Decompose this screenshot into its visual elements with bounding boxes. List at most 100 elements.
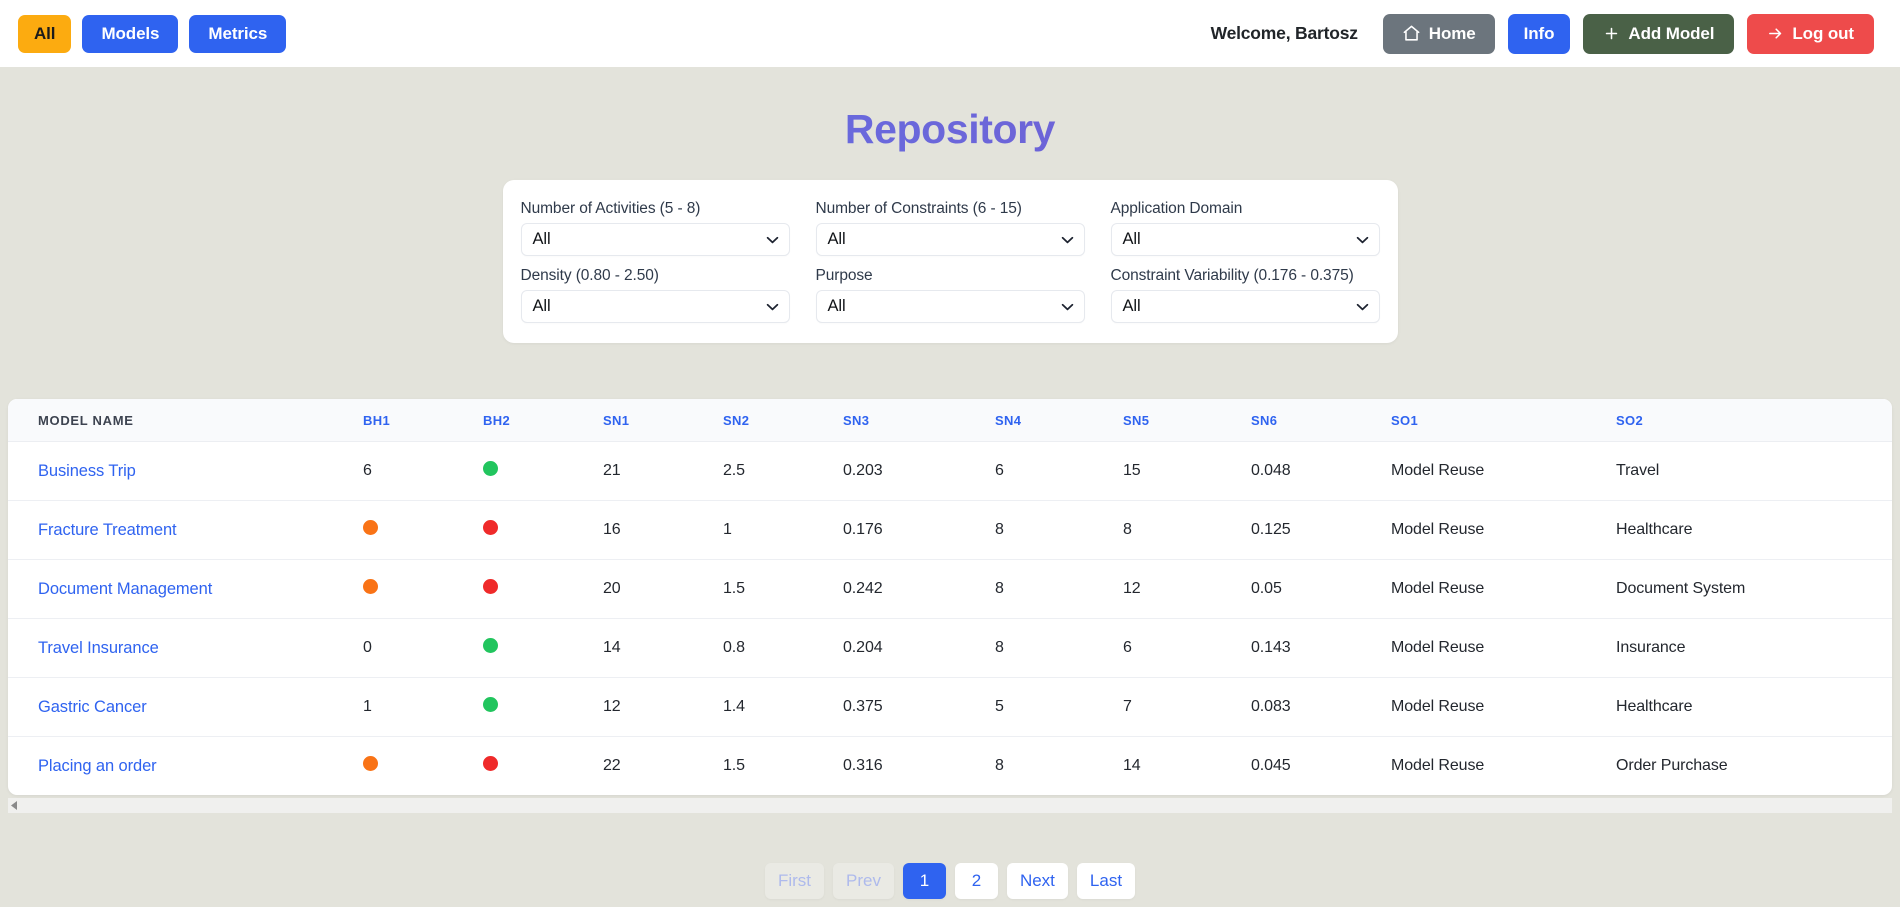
filter-number-of-constraints: Number of Constraints (6 - 15) All <box>815 200 1085 256</box>
model-name-link[interactable]: Travel Insurance <box>38 639 159 657</box>
chevron-down-icon <box>1061 236 1074 244</box>
cell-bh1: 1 <box>363 677 483 737</box>
filter-label-activities: Number of Activities (5 - 8) <box>520 200 701 217</box>
status-dot <box>363 756 378 771</box>
home-button[interactable]: Home <box>1382 13 1495 54</box>
filter-select-purpose[interactable]: All <box>815 290 1085 323</box>
filter-tab-models[interactable]: Models <box>82 14 179 53</box>
cell-sn4: 5 <box>995 677 1123 737</box>
filter-value-activities: All <box>532 230 551 248</box>
filter-select-density[interactable]: All <box>520 290 790 323</box>
table-row: Travel Insurance 0 14 0.8 0.204 8 6 0.143 Model … <box>8 618 1892 678</box>
filter-label-application-domain: Application Domain <box>1110 200 1243 217</box>
model-name-link[interactable]: Fracture Treatment <box>38 521 177 539</box>
column-header-so2[interactable]: SO2 <box>1616 399 1892 442</box>
cell-bh2 <box>483 677 603 737</box>
pagination-first[interactable]: First <box>764 863 824 899</box>
cell-model-name: Gastric Cancer <box>8 677 363 737</box>
cell-so1: Model Reuse <box>1391 559 1616 619</box>
pagination-prev[interactable]: Prev <box>832 863 894 899</box>
column-header-bh2[interactable]: BH2 <box>483 399 603 442</box>
model-name-link[interactable]: Document Management <box>38 580 212 598</box>
cell-sn4: 8 <box>995 500 1123 560</box>
model-name-link[interactable]: Business Trip <box>38 462 136 480</box>
cell-bh1 <box>363 500 483 560</box>
cell-bh2 <box>483 559 603 619</box>
filter-application-domain: Application Domain All <box>1110 200 1380 256</box>
filter-value-constraints: All <box>827 230 846 248</box>
cell-sn1: 20 <box>603 559 723 619</box>
column-header-sn3[interactable]: SN3 <box>843 399 995 442</box>
pagination-last[interactable]: Last <box>1076 863 1136 899</box>
status-dot <box>483 638 498 653</box>
cell-bh2 <box>483 737 603 796</box>
home-icon <box>1402 24 1421 43</box>
models-table: MODEL NAME BH1 BH2 SN1 SN2 SN3 SN4 SN5 S… <box>8 399 1892 795</box>
cell-sn2: 0.8 <box>723 618 843 678</box>
filter-label-purpose: Purpose <box>815 267 873 284</box>
scroll-left-arrow-icon[interactable] <box>8 798 21 813</box>
table-row: Fracture Treatment 16 1 0.176 8 8 0.125 Model R… <box>8 500 1892 560</box>
status-dot <box>483 697 498 712</box>
cell-so2: Document System <box>1616 559 1892 619</box>
table-horizontal-scrollbar[interactable] <box>8 798 1892 813</box>
chevron-down-icon <box>766 303 779 311</box>
cell-model-name: Business Trip <box>8 441 363 501</box>
column-header-sn1[interactable]: SN1 <box>603 399 723 442</box>
cell-sn1: 12 <box>603 677 723 737</box>
pagination-page-1[interactable]: 1 <box>902 863 946 899</box>
cell-sn4: 8 <box>995 559 1123 619</box>
cell-sn5: 15 <box>1123 441 1251 501</box>
filter-select-activities[interactable]: All <box>520 223 790 256</box>
plus-icon <box>1603 25 1620 42</box>
cell-bh1: 0 <box>363 618 483 678</box>
info-button[interactable]: Info <box>1507 13 1571 54</box>
filter-select-constraints[interactable]: All <box>815 223 1085 256</box>
cell-so2: Healthcare <box>1616 677 1892 737</box>
column-header-model-name[interactable]: MODEL NAME <box>8 399 363 442</box>
filter-label-density: Density (0.80 - 2.50) <box>520 267 659 284</box>
status-dot <box>483 756 498 771</box>
filter-tab-metrics[interactable]: Metrics <box>189 14 287 53</box>
filter-panel-wrapper: Number of Activities (5 - 8) All Number … <box>0 180 1900 343</box>
welcome-message: Welcome, Bartosz <box>1210 23 1358 43</box>
cell-sn6: 0.048 <box>1251 441 1391 501</box>
pagination-next[interactable]: Next <box>1006 863 1068 899</box>
logout-button[interactable]: Log out <box>1747 13 1874 54</box>
cell-sn6: 0.143 <box>1251 618 1391 678</box>
models-table-body: Business Trip 6 21 2.5 0.203 6 15 0.048 Model Re… <box>8 441 1892 796</box>
arrow-right-icon <box>1767 25 1784 42</box>
cell-sn1: 16 <box>603 500 723 560</box>
filter-tab-all[interactable]: All <box>18 14 72 53</box>
filter-value-application-domain: All <box>1122 230 1141 248</box>
column-header-so1[interactable]: SO1 <box>1391 399 1616 442</box>
filter-select-application-domain[interactable]: All <box>1110 223 1380 256</box>
pagination-page-2[interactable]: 2 <box>954 863 998 899</box>
cell-sn2: 1 <box>723 500 843 560</box>
cell-sn6: 0.083 <box>1251 677 1391 737</box>
scrollbar-track[interactable] <box>21 798 1892 813</box>
add-model-button[interactable]: Add Model <box>1583 13 1735 54</box>
filter-purpose: Purpose All <box>815 267 1085 323</box>
column-header-sn5[interactable]: SN5 <box>1123 399 1251 442</box>
filter-density: Density (0.80 - 2.50) All <box>520 267 790 323</box>
table-row: Document Management 20 1.5 0.242 8 12 0.05 Mode… <box>8 559 1892 619</box>
page-title: Repository <box>0 106 1900 153</box>
column-header-bh1[interactable]: BH1 <box>363 399 483 442</box>
model-name-link[interactable]: Placing an order <box>38 757 157 775</box>
column-header-sn6[interactable]: SN6 <box>1251 399 1391 442</box>
home-button-label: Home <box>1428 24 1476 43</box>
cell-sn3: 0.204 <box>843 618 995 678</box>
cell-bh1: 6 <box>363 441 483 501</box>
cell-bh1 <box>363 737 483 796</box>
chevron-down-icon <box>1356 236 1369 244</box>
models-table-card: MODEL NAME BH1 BH2 SN1 SN2 SN3 SN4 SN5 S… <box>8 399 1892 795</box>
column-header-sn4[interactable]: SN4 <box>995 399 1123 442</box>
column-header-sn2[interactable]: SN2 <box>723 399 843 442</box>
cell-sn6: 0.045 <box>1251 757 1291 774</box>
model-name-link[interactable]: Gastric Cancer <box>38 698 147 716</box>
filter-label-constraint-variability: Constraint Variability (0.176 - 0.375) <box>1110 267 1354 284</box>
filter-select-constraint-variability[interactable]: All <box>1110 290 1380 323</box>
status-dot <box>483 520 498 535</box>
cell-model-name: Travel Insurance <box>8 618 363 678</box>
